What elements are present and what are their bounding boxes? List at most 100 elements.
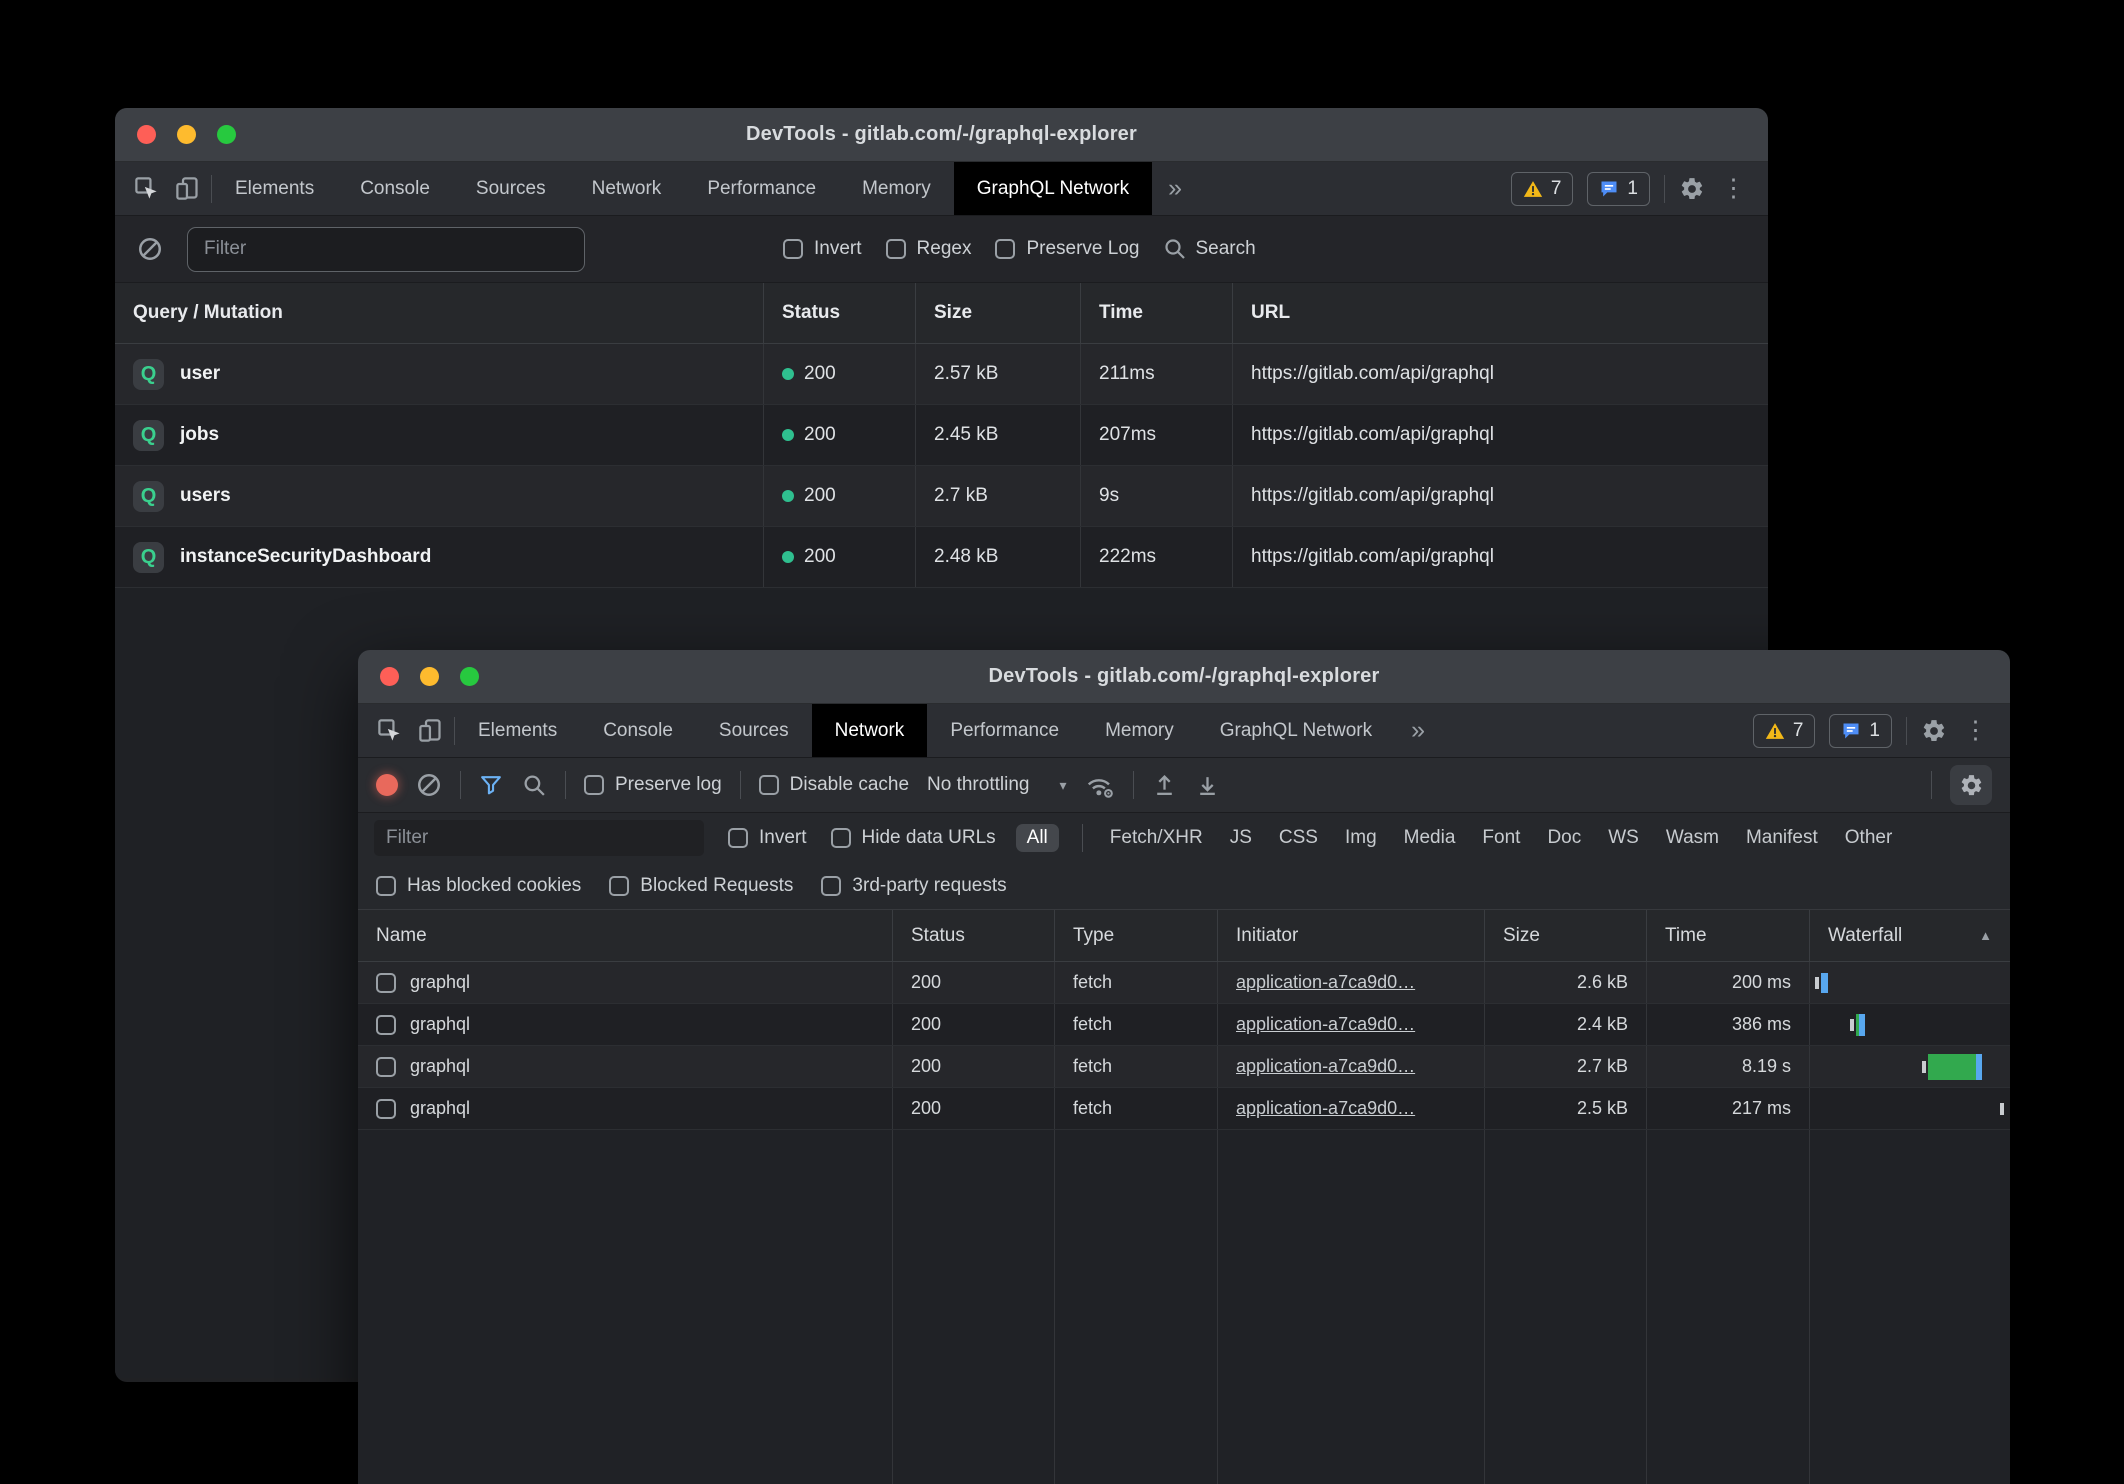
initiator-link[interactable]: application-a7ca9d0… (1236, 1098, 1415, 1119)
chip-manifest[interactable]: Manifest (1746, 827, 1818, 849)
record-button[interactable] (376, 774, 398, 796)
third-party-requests-checkbox[interactable]: 3rd-party requests (821, 875, 1006, 897)
checkbox[interactable] (609, 876, 629, 896)
checkbox[interactable] (759, 775, 779, 795)
hide-data-urls-checkbox[interactable]: Hide data URLs (831, 827, 996, 849)
table-row[interactable]: graphql 200 fetch application-a7ca9d0… 2… (358, 1088, 2010, 1130)
kebab-menu-icon[interactable]: ⋮ (1719, 176, 1748, 201)
export-har-icon[interactable] (1195, 773, 1220, 798)
tab-performance[interactable]: Performance (927, 704, 1082, 757)
table-row[interactable]: QinstanceSecurityDashboard 200 2.48 kB 2… (115, 527, 1768, 588)
filter-input[interactable] (374, 820, 704, 856)
network-settings-gear-icon[interactable] (1950, 765, 1992, 805)
warnings-badge[interactable]: 7 (1753, 714, 1816, 748)
tab-sources[interactable]: Sources (453, 162, 569, 215)
col-status[interactable]: Status (893, 910, 1055, 961)
table-row[interactable]: graphql 200 fetch application-a7ca9d0… 2… (358, 1046, 2010, 1088)
initiator-link[interactable]: application-a7ca9d0… (1236, 972, 1415, 993)
col-time[interactable]: Time (1081, 283, 1233, 343)
tab-console[interactable]: Console (580, 704, 696, 757)
invert-checkbox[interactable]: Invert (728, 827, 807, 849)
tab-graphql-network[interactable]: GraphQL Network (1197, 704, 1395, 757)
blocked-requests-checkbox[interactable]: Blocked Requests (609, 875, 793, 897)
device-toolbar-icon[interactable] (417, 717, 444, 744)
row-checkbox[interactable] (376, 1015, 396, 1035)
col-size[interactable]: Size (916, 283, 1081, 343)
col-url[interactable]: URL (1233, 283, 1768, 343)
regex-checkbox[interactable]: Regex (886, 238, 972, 260)
row-checkbox[interactable] (376, 973, 396, 993)
zoom-window-button[interactable] (217, 125, 236, 144)
checkbox[interactable] (584, 775, 604, 795)
checkbox[interactable] (886, 239, 906, 259)
chip-doc[interactable]: Doc (1547, 827, 1581, 849)
issues-badge[interactable]: 1 (1829, 714, 1892, 748)
chip-css[interactable]: CSS (1279, 827, 1318, 849)
kebab-menu-icon[interactable]: ⋮ (1961, 718, 1990, 743)
table-row[interactable]: Qjobs 200 2.45 kB 207ms https://gitlab.c… (115, 405, 1768, 466)
row-checkbox[interactable] (376, 1099, 396, 1119)
col-type[interactable]: Type (1055, 910, 1218, 961)
filter-funnel-icon[interactable] (479, 773, 504, 798)
tab-network[interactable]: Network (812, 704, 928, 757)
settings-gear-icon[interactable] (1921, 718, 1947, 744)
preserve-log-checkbox[interactable]: Preserve log (584, 774, 722, 796)
col-initiator[interactable]: Initiator (1218, 910, 1485, 961)
tab-memory[interactable]: Memory (1082, 704, 1197, 757)
tab-graphql-network[interactable]: GraphQL Network (954, 162, 1152, 215)
table-row[interactable]: graphql 200 fetch application-a7ca9d0… 2… (358, 1004, 2010, 1046)
initiator-link[interactable]: application-a7ca9d0… (1236, 1056, 1415, 1077)
import-har-icon[interactable] (1152, 773, 1177, 798)
row-checkbox[interactable] (376, 1057, 396, 1077)
tab-performance[interactable]: Performance (684, 162, 839, 215)
chip-all[interactable]: All (1016, 824, 1059, 852)
clear-icon[interactable] (416, 772, 442, 798)
checkbox[interactable] (821, 876, 841, 896)
checkbox[interactable] (995, 239, 1015, 259)
search-toggle[interactable]: Search (1163, 237, 1255, 261)
zoom-window-button[interactable] (460, 667, 479, 686)
chip-img[interactable]: Img (1345, 827, 1377, 849)
warnings-badge[interactable]: 7 (1511, 172, 1574, 206)
tab-network[interactable]: Network (569, 162, 685, 215)
chip-js[interactable]: JS (1230, 827, 1252, 849)
chip-wasm[interactable]: Wasm (1666, 827, 1719, 849)
tab-memory[interactable]: Memory (839, 162, 954, 215)
checkbox[interactable] (728, 828, 748, 848)
network-conditions-icon[interactable] (1085, 772, 1115, 799)
checkbox[interactable] (831, 828, 851, 848)
initiator-link[interactable]: application-a7ca9d0… (1236, 1014, 1415, 1035)
inspect-element-icon[interactable] (376, 717, 403, 744)
chip-fetch-xhr[interactable]: Fetch/XHR (1110, 827, 1203, 849)
minimize-window-button[interactable] (177, 125, 196, 144)
chip-other[interactable]: Other (1845, 827, 1893, 849)
more-tabs-icon[interactable]: » (1395, 704, 1441, 757)
issues-badge[interactable]: 1 (1587, 172, 1650, 206)
col-query-mutation[interactable]: Query / Mutation (115, 283, 764, 343)
close-window-button[interactable] (137, 125, 156, 144)
throttling-dropdown[interactable]: No throttling ▾ (927, 774, 1066, 796)
disable-cache-checkbox[interactable]: Disable cache (759, 774, 909, 796)
tab-sources[interactable]: Sources (696, 704, 812, 757)
col-waterfall[interactable]: Waterfall ▲ (1810, 910, 2010, 961)
table-row[interactable]: Quser 200 2.57 kB 211ms https://gitlab.c… (115, 344, 1768, 405)
table-row[interactable]: graphql 200 fetch application-a7ca9d0… 2… (358, 962, 2010, 1004)
chip-font[interactable]: Font (1482, 827, 1520, 849)
tab-console[interactable]: Console (337, 162, 453, 215)
col-time[interactable]: Time (1647, 910, 1810, 961)
col-status[interactable]: Status (764, 283, 916, 343)
tab-elements[interactable]: Elements (212, 162, 337, 215)
chip-ws[interactable]: WS (1608, 827, 1639, 849)
checkbox[interactable] (376, 876, 396, 896)
device-toolbar-icon[interactable] (174, 175, 201, 202)
filter-input[interactable] (187, 227, 585, 272)
minimize-window-button[interactable] (420, 667, 439, 686)
table-row[interactable]: Qusers 200 2.7 kB 9s https://gitlab.com/… (115, 466, 1768, 527)
close-window-button[interactable] (380, 667, 399, 686)
chip-media[interactable]: Media (1404, 827, 1456, 849)
search-icon[interactable] (522, 773, 547, 798)
clear-icon[interactable] (137, 236, 163, 262)
has-blocked-cookies-checkbox[interactable]: Has blocked cookies (376, 875, 581, 897)
tab-elements[interactable]: Elements (455, 704, 580, 757)
preserve-log-checkbox[interactable]: Preserve Log (995, 238, 1139, 260)
